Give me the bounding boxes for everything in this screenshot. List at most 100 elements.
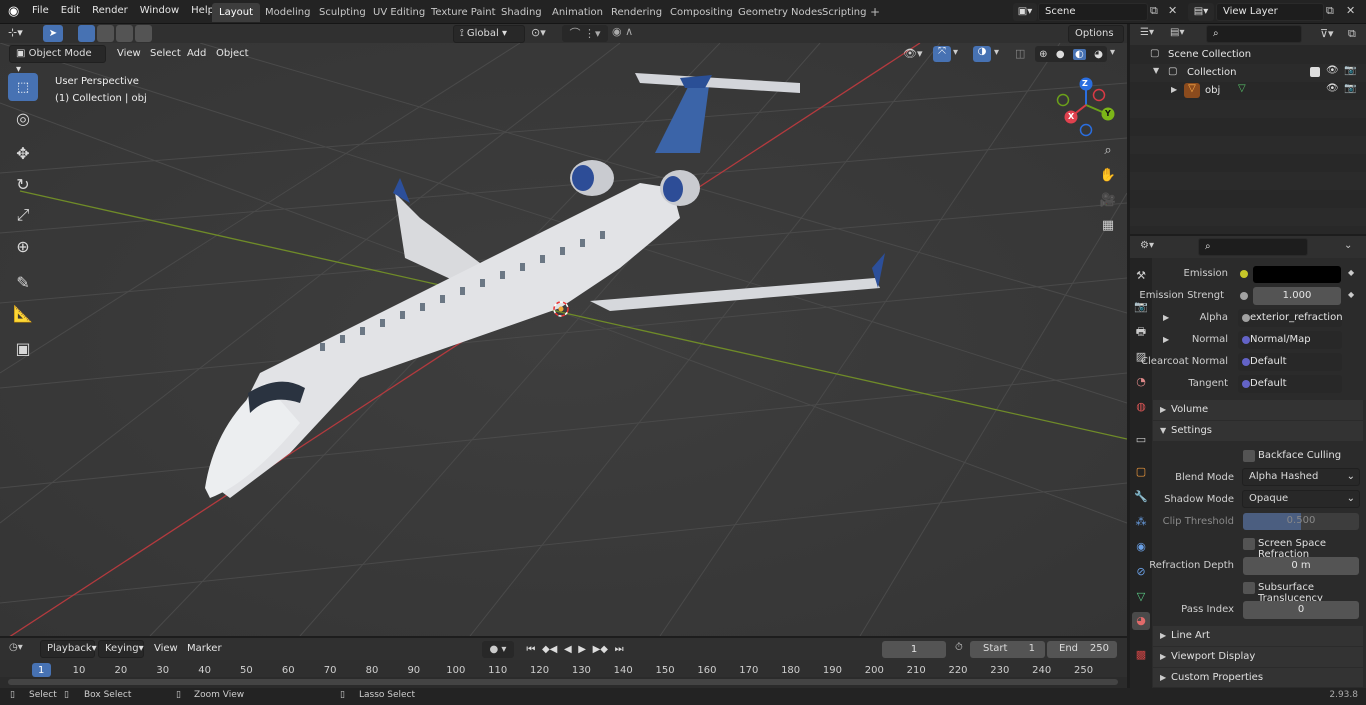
material-preview-shading-icon[interactable]: ◐ (1072, 48, 1086, 60)
display-mode-icon[interactable]: ▤▾ (1170, 27, 1184, 38)
clearcoat-normal-field[interactable]: Default (1238, 353, 1342, 371)
ssr-checkbox[interactable] (1243, 538, 1255, 550)
shadow-mode-dropdown[interactable]: Opaque ⌄ (1242, 490, 1360, 508)
pivot-point-icon[interactable]: ⊙▾ (531, 26, 546, 39)
keying-menu[interactable]: Keying▾ (98, 640, 144, 658)
outliner-row-obj[interactable]: ▶ ▽ obj ▽ 👁 📷 (1130, 82, 1366, 100)
view-layer-field[interactable]: View Layer (1216, 3, 1324, 21)
new-view-layer-icon[interactable]: ⧉ (1326, 4, 1334, 18)
shading-dropdown-icon[interactable]: ▾ (1110, 47, 1115, 58)
hide-eye-icon[interactable]: 👁 (1326, 65, 1339, 76)
expand-arrow-icon[interactable]: ▶ (1171, 85, 1177, 94)
cursor-tool-icon[interactable]: ◎ (8, 104, 38, 132)
expand-arrow-icon[interactable]: ▼ (1153, 66, 1159, 75)
keyframe-dot-icon[interactable]: ◆ (1348, 290, 1354, 299)
outliner-editor-type-icon[interactable]: ☰▾ (1140, 27, 1154, 38)
timeline-menu-marker[interactable]: Marker (187, 643, 222, 654)
gizmo-toggle-icon[interactable]: ⤧ (933, 46, 951, 62)
new-scene-icon[interactable]: ⧉ (1150, 4, 1164, 20)
play-icon[interactable]: ▶ (578, 644, 586, 655)
playback-menu[interactable]: Playback▾ (40, 640, 97, 658)
properties-search-input[interactable]: ⌕ (1198, 238, 1308, 256)
xray-toggle-icon[interactable]: ◫ (1015, 47, 1025, 60)
menu-file[interactable]: File (26, 0, 55, 24)
physics-tab-icon[interactable]: ◉ (1132, 538, 1150, 556)
scale-tool-icon[interactable]: ⤢ (8, 201, 38, 229)
select-extend-icon[interactable] (97, 25, 114, 42)
move-tool-icon[interactable]: ✥ (8, 139, 38, 167)
select-tool-icon[interactable]: ➤ (43, 25, 63, 42)
refraction-depth-field[interactable]: 0 m (1243, 557, 1359, 575)
3d-viewport[interactable]: User Perspective (1) Collection | obj ⬚ … (0, 43, 1127, 636)
jump-start-icon[interactable]: ⏮ (526, 644, 535, 655)
auto-keying-record-icon[interactable]: ● ▾ (482, 641, 514, 658)
blender-logo-icon[interactable]: ◉ (8, 4, 24, 20)
stopwatch-icon[interactable]: ⏱ (955, 642, 963, 653)
outliner-row-collection[interactable]: ▼ ▢ Collection 👁 📷 (1130, 64, 1366, 82)
timeline-editor-type-icon[interactable]: ◷▾ (9, 642, 23, 653)
backface-culling-checkbox[interactable] (1243, 450, 1255, 462)
view-layer-selector-icon[interactable]: ▤▾ (1188, 3, 1214, 21)
timeline-scrollbar[interactable] (8, 679, 1118, 685)
overlay-dropdown-icon[interactable]: ▾ (994, 47, 999, 58)
object-mode-dropdown[interactable]: ▣ Object Mode ▾ (9, 45, 106, 75)
new-collection-icon[interactable]: ⧉ (1348, 27, 1356, 41)
tab-rendering[interactable]: Rendering (604, 3, 669, 22)
texture-tab-icon[interactable]: ▩ (1132, 646, 1150, 664)
tab-compositing[interactable]: Compositing (663, 3, 740, 22)
scene-name-field[interactable]: Scene (1038, 3, 1148, 21)
add-workspace-icon[interactable]: + (870, 5, 880, 19)
overlay-toggle-icon[interactable]: ◑ (973, 46, 991, 62)
editor-type-icon[interactable]: ⊹▾ (8, 26, 34, 42)
tangent-field[interactable]: Default (1238, 375, 1342, 393)
options-dropdown[interactable]: Options ▾ (1068, 25, 1124, 55)
menu-edit[interactable]: Edit (55, 0, 86, 24)
timeline-menu-view[interactable]: View (154, 643, 178, 654)
menu-window[interactable]: Window (134, 0, 185, 24)
gizmo-dropdown-icon[interactable]: ▾ (953, 47, 958, 58)
exclude-checkbox[interactable] (1310, 67, 1320, 77)
play-reverse-icon[interactable]: ◀ (564, 644, 572, 655)
tab-shading[interactable]: Shading (494, 3, 549, 22)
add-cube-tool-icon[interactable]: ▣ (8, 334, 38, 362)
tab-animation[interactable]: Animation (545, 3, 610, 22)
keyframe-dot-icon[interactable]: ◆ (1348, 268, 1354, 277)
properties-options-icon[interactable]: ⌄ (1344, 240, 1352, 251)
jump-keyframe-back-icon[interactable]: ◆◀ (542, 644, 557, 655)
hide-eye-icon[interactable]: 👁 (1326, 83, 1339, 94)
start-frame-field[interactable]: Start 1 (970, 641, 1045, 658)
camera-view-icon[interactable]: 🎥 (1097, 190, 1119, 212)
world-tab-icon[interactable]: ◍ (1132, 398, 1150, 416)
emission-strength-field[interactable]: 1.000 (1253, 287, 1341, 305)
select-box-tool-icon[interactable]: ⬚ (8, 73, 38, 101)
collection-tab-icon[interactable]: ▭ (1132, 431, 1150, 449)
render-camera-icon[interactable]: 📷 (1344, 83, 1356, 94)
emission-color-swatch[interactable] (1253, 266, 1341, 283)
zoom-icon[interactable]: ⌕ (1097, 140, 1119, 162)
menu-render[interactable]: Render (86, 0, 134, 24)
viewport-menu-view[interactable]: View (117, 48, 141, 59)
delete-view-layer-icon[interactable]: ✕ (1346, 4, 1355, 17)
viewport-menu-add[interactable]: Add (187, 48, 206, 59)
select-new-icon[interactable] (78, 25, 95, 42)
current-frame-field[interactable]: 1 (882, 641, 946, 658)
select-subtract-icon[interactable] (116, 25, 133, 42)
viewport-menu-select[interactable]: Select (150, 48, 181, 59)
pan-hand-icon[interactable]: ✋ (1097, 165, 1119, 187)
tab-layout[interactable]: Layout (212, 3, 260, 22)
snap-icon[interactable]: ⌒ ⋮▾ (562, 25, 608, 42)
select-invert-icon[interactable] (135, 25, 152, 42)
jump-keyframe-forward-icon[interactable]: ▶◆ (593, 644, 608, 655)
ortho-grid-icon[interactable]: ▦ (1097, 215, 1119, 237)
jump-end-icon[interactable]: ⏭ (615, 644, 624, 655)
delete-scene-icon[interactable]: ✕ (1168, 4, 1182, 20)
normal-link-field[interactable]: Normal/Map (1238, 331, 1342, 349)
wireframe-shading-icon[interactable]: ⊕ (1039, 49, 1047, 60)
tab-uv-editing[interactable]: UV Editing (366, 3, 432, 22)
proportional-edit-icon[interactable]: ◉ ∧ (612, 25, 652, 42)
outliner-row-scene-collection[interactable]: ▢ Scene Collection (1130, 46, 1366, 64)
transform-tool-icon[interactable]: ⊕ (8, 232, 38, 260)
blend-mode-dropdown[interactable]: Alpha Hashed ⌄ (1242, 468, 1360, 486)
subsurface-checkbox[interactable] (1243, 582, 1255, 594)
pass-index-field[interactable]: 0 (1243, 601, 1359, 619)
